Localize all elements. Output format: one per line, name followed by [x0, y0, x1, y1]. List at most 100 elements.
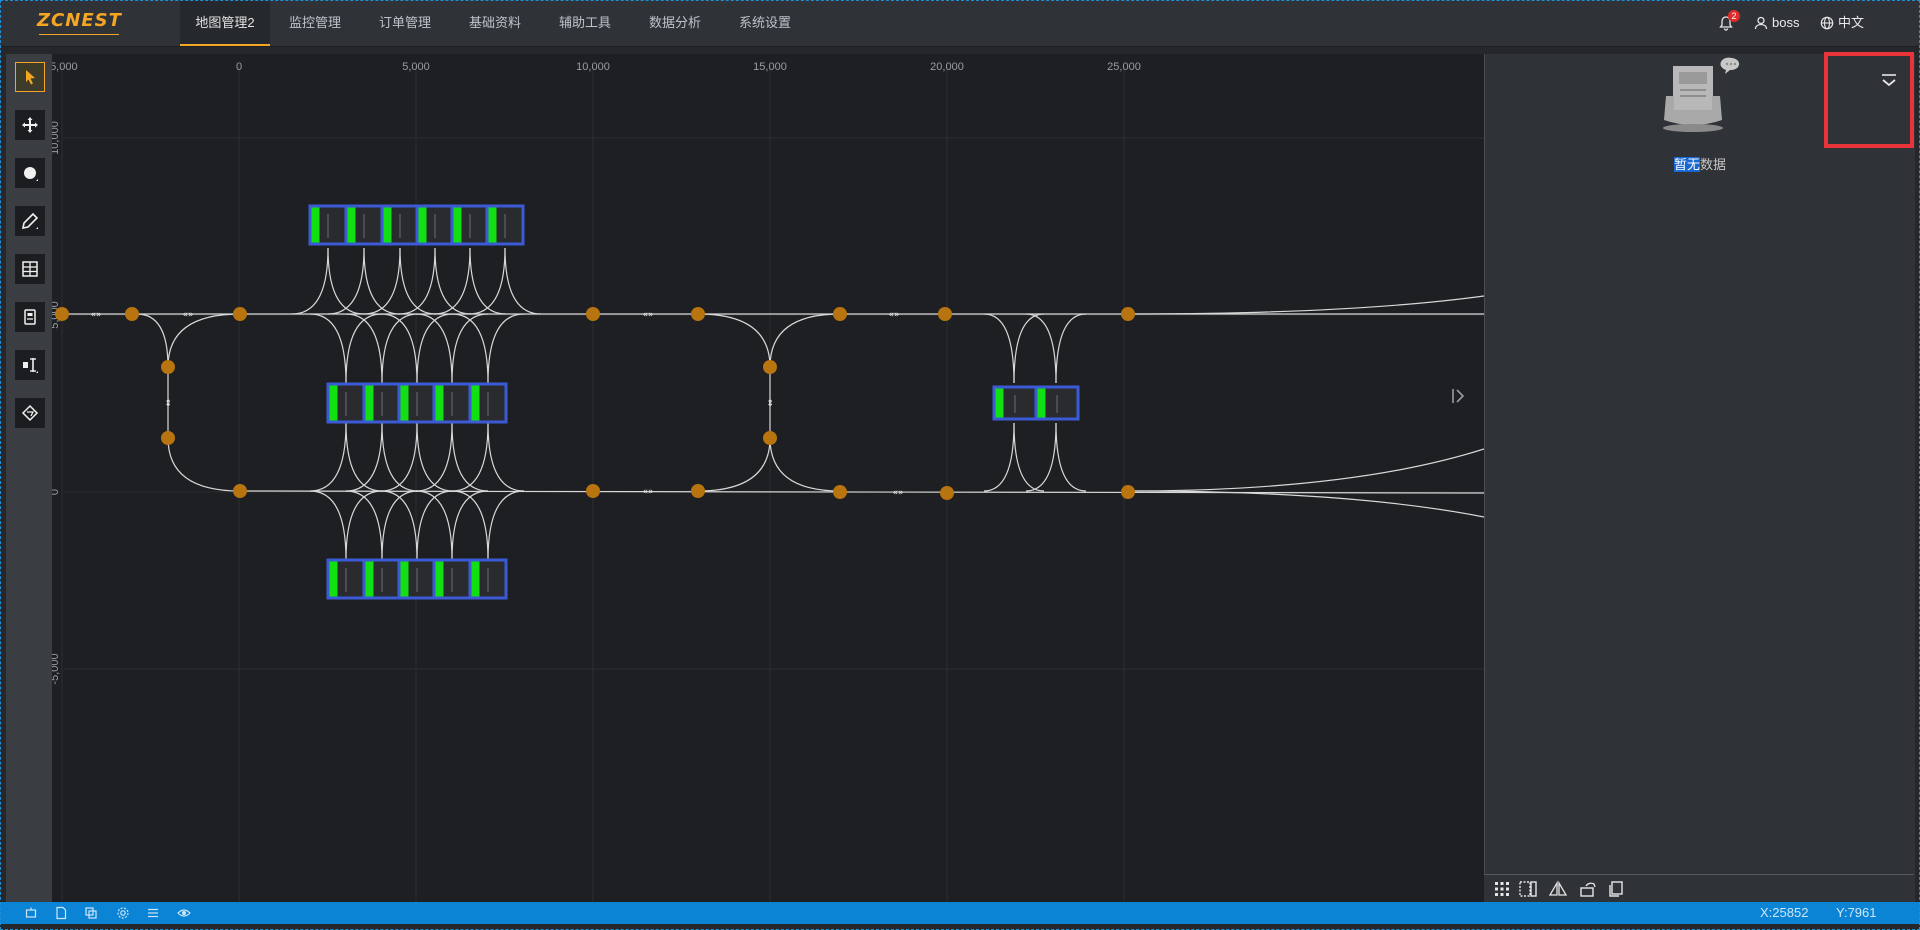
copy-icon[interactable]	[1606, 879, 1626, 899]
shelf-slot	[488, 207, 497, 243]
route-path	[380, 422, 418, 492]
list-icon[interactable]	[146, 906, 160, 920]
user-menu[interactable]: boss	[1772, 0, 1799, 46]
route-node	[938, 307, 952, 321]
shelf-slot	[435, 385, 444, 421]
route-node	[691, 307, 705, 321]
document-icon[interactable]	[54, 906, 68, 920]
route-path	[434, 247, 472, 315]
eye-icon[interactable]	[177, 906, 191, 920]
shelf	[450, 204, 490, 246]
grid-view-icon[interactable]	[1492, 879, 1512, 899]
box-select-icon[interactable]	[1518, 879, 1538, 899]
shelf-slot	[311, 207, 320, 243]
route-node	[586, 484, 600, 498]
route-path	[345, 490, 383, 561]
route-path	[381, 422, 419, 492]
map-drawing[interactable]: -5,000 0 5,000 10,000 15,000 20,000 25,000 10,0…	[52, 54, 1484, 902]
expand-panel-icon[interactable]	[1450, 387, 1466, 405]
route-path	[433, 247, 471, 315]
shelf-slot	[400, 561, 409, 597]
area-icon	[21, 404, 39, 422]
route-path	[1025, 313, 1057, 384]
route-node	[233, 484, 247, 498]
shelf	[992, 385, 1038, 421]
empty-inbox-icon	[1663, 57, 1740, 132]
tab-tools[interactable]: 辅助工具	[548, 0, 622, 46]
zcnest-logo[interactable]: ZCNEST	[37, 10, 122, 35]
shelf	[326, 558, 366, 600]
y-tick-label: 10,000	[52, 121, 61, 155]
tab-settings[interactable]: 系统设置	[728, 0, 802, 46]
shelf-slot	[453, 207, 462, 243]
area-tool[interactable]	[15, 398, 45, 428]
tab-monitoring[interactable]: 监控管理	[278, 0, 352, 46]
route-node	[161, 431, 175, 445]
direction-arrow: «»	[90, 310, 101, 320]
route-node	[233, 307, 247, 321]
route-path	[504, 247, 542, 315]
tab-orders[interactable]: 订单管理	[368, 0, 442, 46]
y-tick-label: 0	[52, 489, 61, 495]
route-path	[327, 247, 365, 315]
route-path	[451, 313, 489, 384]
shelf	[485, 204, 525, 246]
x-coordinate: X:25852	[1760, 905, 1809, 920]
charger-tool[interactable]	[15, 350, 45, 380]
direction-arrow: «»	[642, 487, 653, 497]
route-node	[940, 486, 954, 500]
route-path	[381, 490, 419, 561]
route-path	[380, 313, 418, 384]
robot-icon[interactable]	[24, 906, 38, 920]
shelf-slot	[365, 561, 374, 597]
rotate-icon[interactable]	[1578, 879, 1598, 899]
layers-icon[interactable]	[84, 906, 98, 920]
route-path	[1127, 295, 1484, 315]
route-path	[769, 313, 841, 368]
x-tick-label: -5,000	[52, 61, 78, 73]
status-bar: X:25852 Y:7961	[0, 902, 1920, 924]
shelf	[468, 382, 508, 424]
shelf-slot	[471, 385, 480, 421]
y-coordinate: Y:7961	[1836, 905, 1877, 920]
tab-basic-data[interactable]: 基础资料	[458, 0, 532, 46]
route-path	[1055, 313, 1087, 384]
tab-analytics[interactable]: 数据分析	[638, 0, 712, 46]
empty-state-text: 暂无数据	[1674, 157, 1727, 172]
charger-icon	[23, 358, 38, 373]
route-path	[345, 422, 383, 492]
language-switch[interactable]: 中文	[1838, 0, 1864, 46]
shelf	[415, 204, 455, 246]
route-path	[380, 490, 418, 561]
x-tick-label: 5,000	[402, 61, 430, 73]
properties-panel: 暂无数据	[1484, 54, 1915, 902]
mirror-icon[interactable]	[1548, 879, 1568, 899]
route-path	[415, 422, 453, 492]
route-node	[691, 484, 705, 498]
shelf-slot	[435, 561, 444, 597]
direction-arrow: «»	[182, 310, 193, 320]
tab-map-management[interactable]: 地图管理2	[180, 0, 270, 46]
route-path	[345, 422, 383, 492]
route-path	[451, 490, 489, 561]
station-tool[interactable]	[15, 302, 45, 332]
route-path	[983, 422, 1015, 492]
pen-tool[interactable]	[15, 206, 45, 236]
direction-arrow: «»	[892, 488, 903, 498]
map-canvas[interactable]: -5,000 0 5,000 10,000 15,000 20,000 25,000 10,0…	[52, 54, 1484, 902]
gear-icon[interactable]	[116, 906, 130, 920]
shelf-icon	[22, 261, 38, 277]
route-path	[1055, 422, 1087, 492]
shelf-tool[interactable]	[15, 254, 45, 284]
point-tool[interactable]	[15, 158, 45, 188]
shelf	[308, 204, 348, 246]
move-tool[interactable]	[15, 110, 45, 140]
collapse-down-icon[interactable]	[1880, 72, 1898, 90]
route-node	[586, 307, 600, 321]
route-node	[763, 360, 777, 374]
route-node	[1121, 485, 1135, 499]
select-tool[interactable]	[15, 62, 45, 92]
point-icon	[24, 167, 38, 181]
route-path	[1025, 422, 1057, 492]
shelf-slot	[329, 561, 338, 597]
